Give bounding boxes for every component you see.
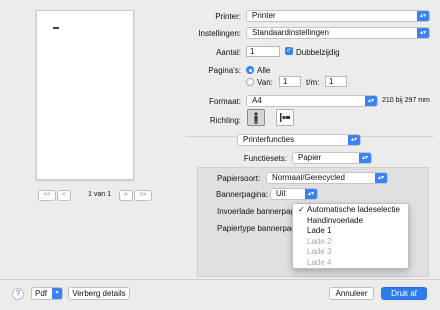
feature-sets-label: Functiesets:	[243, 154, 287, 163]
print-button[interactable]: Druk af	[381, 287, 427, 300]
preview-content-mark	[53, 27, 59, 29]
duplex-label: Dubbelzijdig	[296, 48, 340, 57]
paper-type-value: Normaal/Gerecycled	[272, 173, 345, 182]
popup-arrows-icon: ▴▾	[348, 135, 360, 145]
section-value: Printerfuncties	[243, 135, 295, 144]
banner-page-value: Uit	[276, 189, 286, 198]
pages-to-field[interactable]: 1	[325, 76, 347, 87]
menu-item-label: Lade 1	[307, 226, 332, 235]
print-preview-page	[36, 10, 134, 180]
portrait-person-icon	[254, 112, 258, 124]
menu-item-label: Lade 2	[307, 236, 332, 246]
pdf-menu-button[interactable]: Pdf ▾	[31, 287, 63, 300]
pages-from-label: Van:	[257, 78, 273, 87]
menu-item-tray-1[interactable]: Lade 1	[293, 226, 408, 236]
cancel-button[interactable]: Annuleer	[329, 287, 374, 300]
presets-popup[interactable]: Standaardinstellingen ▴▾	[246, 27, 430, 39]
printer-label: Printer:	[215, 12, 241, 21]
printer-value: Printer	[252, 11, 276, 20]
hide-details-button[interactable]: Verberg details	[68, 287, 130, 300]
pdf-label: Pdf	[35, 289, 48, 298]
popup-arrows-icon: ▴▾	[359, 153, 371, 163]
copies-label: Aantal:	[216, 48, 241, 57]
feature-sets-value: Papier	[298, 153, 322, 162]
last-page-button[interactable]: >>	[134, 190, 152, 201]
pages-range-radio[interactable]	[246, 78, 254, 86]
first-page-button[interactable]: <<	[38, 190, 56, 201]
popup-arrows-icon: ▴▾	[417, 11, 429, 21]
orientation-label: Richting:	[209, 116, 241, 125]
menu-item-tray-2: Lade 2	[293, 237, 408, 247]
menu-item-manual-feed[interactable]: Handinvoerlade	[293, 216, 408, 226]
paper-type-label: Papiersoort:	[217, 174, 261, 183]
popup-arrows-icon: ▴▾	[417, 28, 429, 38]
printer-popup[interactable]: Printer ▴▾	[246, 10, 430, 22]
next-page-button[interactable]: >	[119, 190, 133, 201]
presets-value: Standaardinstellingen	[252, 28, 329, 37]
help-button[interactable]: ?	[12, 288, 24, 300]
menu-item-tray-3: Lade 3	[293, 247, 408, 257]
pages-label: Pagina's:	[208, 66, 241, 75]
banner-tray-menu: ✓ Automatische ladeselectie Handinvoerla…	[292, 203, 409, 269]
feature-sets-popup[interactable]: Papier ▴▾	[292, 152, 372, 164]
popup-arrows-icon: ▴▾	[305, 189, 317, 199]
paper-type-popup[interactable]: Normaal/Gerecycled ▴▾	[266, 172, 388, 184]
landscape-orientation-button[interactable]	[276, 109, 294, 126]
duplex-checkbox[interactable]: ✓	[285, 47, 293, 55]
presets-label: Instellingen:	[198, 29, 241, 38]
landscape-person-icon	[280, 113, 290, 122]
popup-arrows-icon: ▴▾	[375, 173, 387, 183]
menu-item-label: Lade 3	[307, 247, 332, 256]
pages-all-radio[interactable]	[246, 66, 254, 74]
menu-item-label: Handinvoerlade	[307, 215, 364, 225]
menu-item-label: Automatische ladeselectie	[307, 205, 400, 214]
chevron-down-icon: ▾	[52, 288, 62, 299]
format-value: A4	[252, 96, 262, 105]
checkmark-icon: ✓	[298, 205, 305, 214]
format-popup[interactable]: A4 ▴▾	[246, 95, 378, 107]
previous-page-button[interactable]: <	[57, 190, 71, 201]
paper-size-text: 210 bij 297 mm	[382, 97, 430, 104]
format-label: Formaat:	[208, 97, 241, 106]
menu-item-automatic-tray[interactable]: ✓ Automatische ladeselectie	[293, 205, 408, 215]
banner-page-popup[interactable]: Uit ▴▾	[270, 188, 318, 200]
menu-item-tray-4: Lade 4	[293, 258, 408, 268]
pages-all-label: Alle	[257, 66, 271, 75]
footer-separator	[0, 279, 440, 280]
page-indicator: 1 van 1	[88, 191, 111, 198]
pages-to-label: t/m:	[306, 78, 320, 87]
section-popup[interactable]: Printerfuncties ▴▾	[237, 134, 361, 146]
copies-field[interactable]: 1	[246, 46, 280, 57]
banner-page-label: Bannerpagina:	[216, 190, 269, 199]
pages-from-field[interactable]: 1	[279, 76, 301, 87]
portrait-orientation-button[interactable]	[247, 109, 265, 126]
menu-item-label: Lade 4	[307, 257, 332, 267]
popup-arrows-icon: ▴▾	[365, 96, 377, 106]
